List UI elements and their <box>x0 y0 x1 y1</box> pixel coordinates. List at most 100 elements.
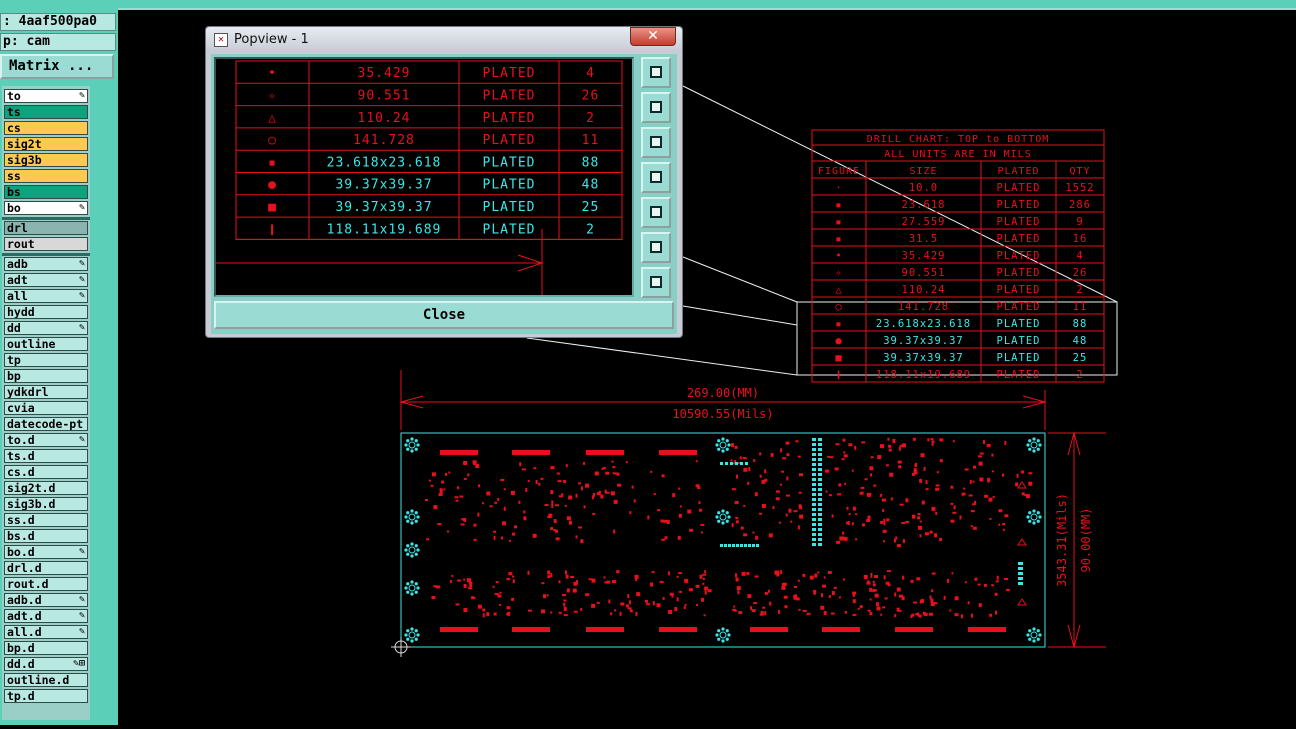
layer-row-to-d[interactable]: to.d ✎ <box>4 433 88 447</box>
mounting-hole <box>404 437 420 453</box>
pad <box>546 594 549 597</box>
layer-row-ss-d[interactable]: ss.d <box>4 513 88 527</box>
move-left-button[interactable] <box>641 162 671 193</box>
move-down-button[interactable] <box>641 127 671 158</box>
layer-row-adt-d[interactable]: adt.d ✎ <box>4 609 88 623</box>
layer-row-cvia[interactable]: cvia <box>4 401 88 415</box>
pad <box>970 510 975 513</box>
layer-row-outline-d[interactable]: outline.d <box>4 673 88 687</box>
layer-row-bs-d[interactable]: bs.d <box>4 529 88 543</box>
pad <box>616 472 620 476</box>
layer-row-cs[interactable]: cs <box>4 121 88 135</box>
layer-row-ts-d[interactable]: ts.d <box>4 449 88 463</box>
pad <box>930 602 935 607</box>
pad-cyan <box>725 462 728 465</box>
layer-row-dd[interactable]: dd ✎ <box>4 321 88 335</box>
popview-titlebar[interactable]: ✕ Popview - 1 ✕ <box>206 27 682 53</box>
pad <box>437 522 442 525</box>
pad <box>939 438 944 442</box>
hole-dot <box>416 515 420 519</box>
layer-row-tp-d[interactable]: tp.d <box>4 689 88 703</box>
pad <box>702 573 707 576</box>
layer-row-sig2t-d[interactable]: sig2t.d <box>4 481 88 495</box>
pad <box>902 575 905 580</box>
move-right-button[interactable] <box>641 197 671 228</box>
layer-row-drl-d[interactable]: drl.d <box>4 561 88 575</box>
pad <box>873 484 877 487</box>
popview-canvas[interactable]: • 35.429 PLATED 4 ✧ 90.551 PLATED 26 △ 110.24 PLAT… <box>214 57 634 297</box>
layer-row-sig3b[interactable]: sig3b <box>4 153 88 167</box>
layer-row-rout-d[interactable]: rout.d <box>4 577 88 591</box>
layer-row-sig2t[interactable]: sig2t <box>4 137 88 151</box>
layer-row-tp[interactable]: tp <box>4 353 88 367</box>
layer-row-drl[interactable]: drl <box>4 221 88 235</box>
zoom-out-button[interactable] <box>641 267 671 298</box>
connector-pad <box>822 627 860 632</box>
hole-dot <box>1028 511 1032 515</box>
layer-row-ss[interactable]: ss <box>4 169 88 183</box>
layer-row-bp[interactable]: bp <box>4 369 88 383</box>
layer-row-all-d[interactable]: all.d ✎ <box>4 625 88 639</box>
dim-height-mm: 90.00(MM) <box>1079 507 1093 572</box>
layer-row-bp-d[interactable]: bp.d <box>4 641 88 655</box>
layer-row-ydkdrl[interactable]: ydkdrl <box>4 385 88 399</box>
layer-row-to[interactable]: to ✎ <box>4 89 88 103</box>
mounting-hole <box>715 627 731 643</box>
layer-name: sig2t.d <box>7 481 56 495</box>
pad <box>446 530 449 533</box>
move-right-icon <box>650 206 662 218</box>
layer-row-bs[interactable]: bs <box>4 185 88 199</box>
layer-row-dd-d[interactable]: dd.d ✎⊞ <box>4 657 88 671</box>
pad <box>473 523 477 527</box>
pad <box>734 500 739 504</box>
layer-row-datecode-pt[interactable]: datecode-pt <box>4 417 88 431</box>
pad <box>550 573 553 578</box>
layer-row-adt[interactable]: adt ✎ <box>4 273 88 287</box>
close-window-button[interactable]: ✕ <box>630 27 676 46</box>
hole-dot <box>1036 629 1040 633</box>
layer-row-sig3b-d[interactable]: sig3b.d <box>4 497 88 511</box>
move-up-button[interactable] <box>641 92 671 123</box>
layer-row-outline[interactable]: outline <box>4 337 88 351</box>
layer-row-ts[interactable]: ts <box>4 105 88 119</box>
layer-row-rout[interactable]: rout <box>4 237 88 251</box>
hole-dot <box>406 629 410 633</box>
pad <box>473 596 476 599</box>
pad <box>735 577 739 582</box>
layer-row-bo-d[interactable]: bo.d ✎ <box>4 545 88 559</box>
pad <box>952 440 955 443</box>
hole-dot <box>717 637 721 641</box>
zoom-fit-button[interactable] <box>641 57 671 88</box>
connector-pad <box>586 627 624 632</box>
layer-row-hydd[interactable]: hydd <box>4 305 88 319</box>
pad <box>881 498 886 502</box>
pad <box>741 571 746 576</box>
drill-chart-cell-sym: △ <box>835 284 842 296</box>
pad <box>916 577 921 581</box>
mounting-hole <box>404 542 420 558</box>
pad <box>700 523 705 526</box>
drill-chart-cell-plated: PLATED <box>997 267 1041 279</box>
pcb-board <box>391 432 1046 657</box>
drill-chart-cell-size: 39.37x39.37 <box>883 335 964 347</box>
layer-row-adb[interactable]: adb ✎ <box>4 257 88 271</box>
pad <box>848 443 853 447</box>
pad <box>912 514 916 519</box>
pad <box>836 540 841 544</box>
layer-row-all[interactable]: all ✎ <box>4 289 88 303</box>
matrix-button[interactable]: Matrix ... <box>0 54 114 79</box>
hole-dot <box>1028 629 1032 633</box>
layer-row-adb-d[interactable]: adb.d ✎ <box>4 593 88 607</box>
pad-cyan <box>812 448 816 451</box>
pad <box>730 442 734 447</box>
close-button[interactable]: Close <box>214 301 674 329</box>
layer-name: all.d <box>7 625 42 639</box>
pad <box>426 538 430 541</box>
pad <box>795 440 799 443</box>
pad <box>580 539 584 544</box>
pad <box>558 495 562 498</box>
zoom-in-button[interactable] <box>641 232 671 263</box>
pad <box>656 603 661 608</box>
layer-row-bo[interactable]: bo ✎ <box>4 201 88 215</box>
layer-row-cs-d[interactable]: cs.d <box>4 465 88 479</box>
